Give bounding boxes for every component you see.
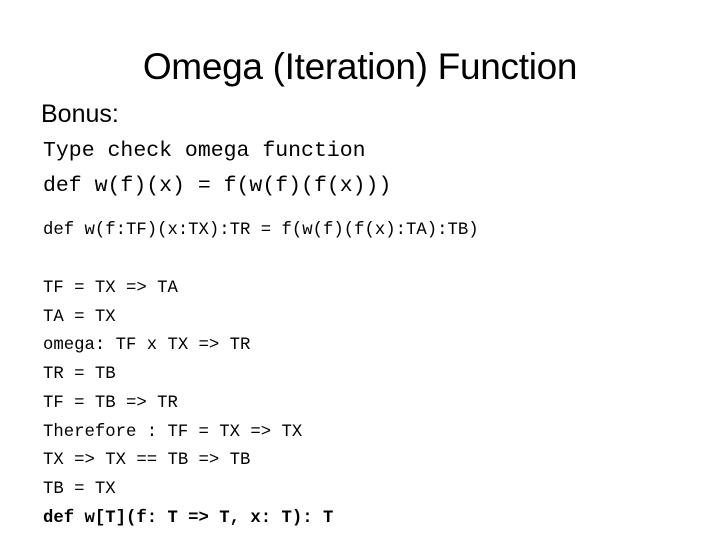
- derivation-step: TB = TX: [43, 479, 116, 499]
- intro-line-description: Type check omega function: [43, 139, 366, 163]
- derivation-step: TA = TX: [43, 307, 116, 327]
- derivation-step: omega: TF x TX => TR: [43, 336, 251, 356]
- annotated-definition: def w(f:TF)(x:TX):TR = f(w(f)(f(x):TA):T…: [43, 221, 479, 240]
- derivation-step: TR = TB: [43, 365, 116, 385]
- final-generic-definition: def w[T](f: T => T, x: T): T: [43, 508, 334, 528]
- bonus-heading: Bonus:: [41, 100, 119, 128]
- derivation-step: TF = TB => TR: [43, 393, 178, 413]
- derivation-step: Therefore : TF = TX => TX: [43, 422, 303, 442]
- intro-line-definition: def w(f)(x) = f(w(f)(f(x))): [43, 174, 392, 198]
- derivation-step: TF = TX => TA: [43, 279, 178, 298]
- derivation-step: TX => TX == TB => TB: [43, 451, 251, 471]
- slide-title: Omega (Iteration) Function: [142, 46, 578, 87]
